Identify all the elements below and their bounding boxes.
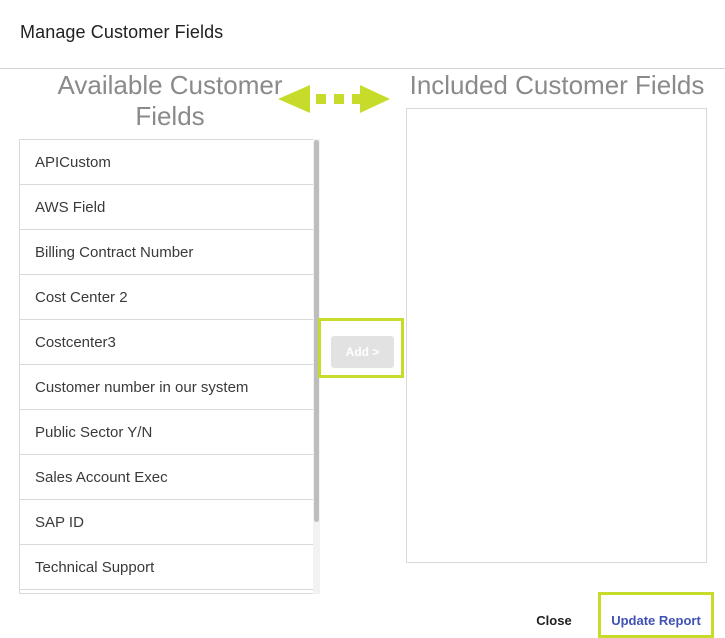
available-field-item[interactable]: Public Sector Y/N [20,410,314,455]
title-divider [0,68,725,69]
included-fields-list[interactable] [406,108,707,563]
available-fields-list[interactable]: APICustom AWS Field Billing Contract Numbe… [19,139,319,594]
included-fields-heading: Included Customer Fields [409,70,705,100]
available-field-item[interactable]: Cost Center 2 [20,275,314,320]
close-button[interactable]: Close [528,606,580,634]
available-field-item[interactable]: Costcenter3 [20,320,314,365]
available-fields-heading: Available Customer Fields [57,70,283,131]
available-field-item[interactable]: Billing Contract Number [20,230,314,275]
available-field-item[interactable]: Technical Support [20,545,314,590]
available-field-item[interactable]: Sales Account Exec [20,455,314,500]
update-report-button[interactable]: Update Report [603,606,709,634]
available-field-item[interactable]: APICustom [20,140,314,185]
available-field-item[interactable]: AWS Field [20,185,314,230]
add-button[interactable]: Add > [331,336,394,368]
available-field-item[interactable]: Customer number in our system [20,365,314,410]
available-field-item[interactable]: SAP ID [20,500,314,545]
double-arrow-icon [278,85,390,113]
dialog-title: Manage Customer Fields [20,22,224,42]
